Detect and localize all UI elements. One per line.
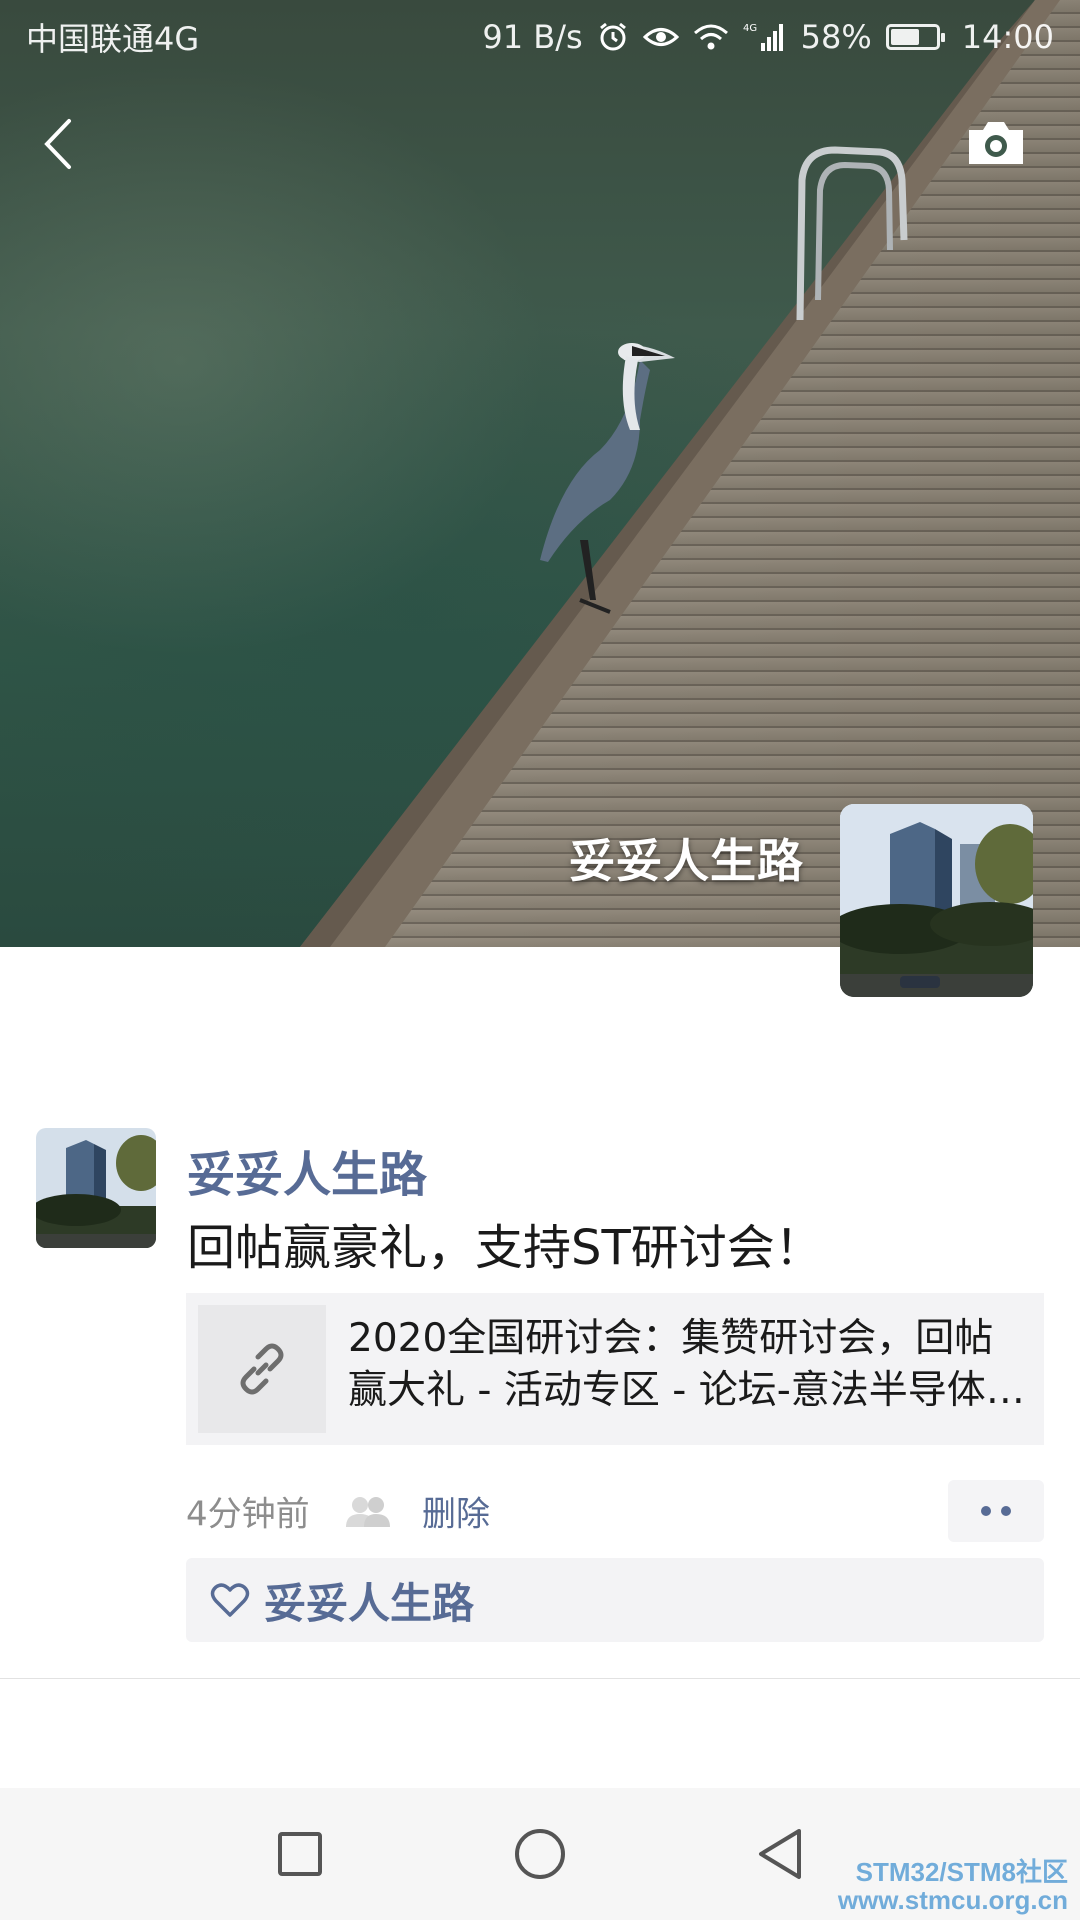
- post-divider: [0, 1678, 1080, 1679]
- back-button[interactable]: [28, 104, 88, 184]
- likes-section: 妥妥人生路: [186, 1558, 1044, 1642]
- site-watermark: STM32/STM8社区 www.stmcu.org.cn: [838, 1858, 1068, 1914]
- avatar-image: [36, 1128, 156, 1248]
- back-triangle-icon: [759, 1829, 801, 1879]
- camera-button[interactable]: [958, 108, 1034, 178]
- watermark-line-2: www.stmcu.org.cn: [837, 1885, 1068, 1915]
- more-dots-icon: [981, 1506, 991, 1516]
- recent-apps-button[interactable]: [258, 1816, 342, 1892]
- camera-icon: [969, 122, 1023, 164]
- signal-icon: 4G: [743, 23, 783, 51]
- profile-avatar[interactable]: [840, 804, 1033, 997]
- status-bar: 中国联通4G 91 B/s 4G 58% 14:00: [0, 0, 1080, 74]
- eye-icon: [642, 28, 679, 46]
- battery-icon: [885, 24, 945, 50]
- alarm-icon: [599, 22, 626, 51]
- post-text: 回帖赢豪礼，支持ST研讨会！: [187, 1220, 823, 1276]
- delete-button[interactable]: 删除: [422, 1487, 490, 1536]
- post-author-name[interactable]: 妥妥人生路: [187, 1135, 427, 1205]
- home-icon: [515, 1829, 565, 1879]
- more-actions-button[interactable]: [948, 1480, 1044, 1542]
- watermark-line-1: STM32/STM8社区: [855, 1857, 1068, 1887]
- nav-back-button[interactable]: [738, 1816, 822, 1892]
- friends-icon: [346, 1497, 390, 1527]
- network-speed: 91 B/s: [482, 18, 583, 56]
- post-author-avatar[interactable]: [36, 1128, 156, 1248]
- link-thumbnail: [198, 1305, 326, 1433]
- chevron-left-icon: [44, 119, 71, 169]
- wifi-icon: [693, 24, 728, 50]
- heart-icon: [210, 1583, 250, 1617]
- cover-profile-name: 妥妥人生路: [569, 834, 804, 888]
- post-timestamp: 4分钟前: [186, 1494, 310, 1535]
- clock: 14:00: [961, 18, 1054, 56]
- home-button[interactable]: [498, 1816, 582, 1892]
- link-icon: [240, 1343, 284, 1395]
- like-user-name[interactable]: 妥妥人生路: [264, 1570, 474, 1631]
- network-type-label: 4G: [743, 23, 757, 34]
- battery-percent: 58%: [800, 18, 872, 56]
- recent-apps-icon: [278, 1832, 322, 1876]
- link-title: 2020全国研讨会：集赞研讨会，回帖赢大礼 - 活动专区 - 论坛-意法半导体S…: [348, 1316, 994, 1413]
- post-meta-row: 4分钟前 删除: [186, 1480, 1044, 1542]
- shared-link-card[interactable]: 2020全国研讨会：集赞研讨会，回帖赢大礼 - 活动专区 - 论坛-意法半导体S…: [186, 1293, 1044, 1445]
- carrier-label: 中国联通4G: [26, 20, 200, 58]
- status-icons: 91 B/s 4G 58% 14:00: [482, 18, 1054, 56]
- avatar-image: [840, 804, 1033, 997]
